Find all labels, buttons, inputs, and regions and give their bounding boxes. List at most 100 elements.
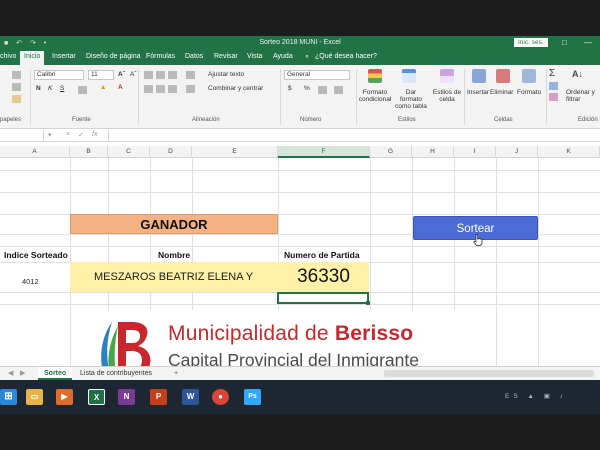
conditional-format-button[interactable]: Formato condicional [358,89,392,103]
sheet-tab-sorteo[interactable]: Sorteo [38,367,73,380]
font-name-select[interactable]: Calibri [34,70,84,80]
system-tray[interactable]: ES ▲ ▣ ♪ [505,392,567,400]
onenote-icon[interactable]: N [118,389,135,405]
merge-center-button[interactable]: Combinar y centrar [208,85,263,92]
font-size-select[interactable]: 11 [88,70,114,80]
column-header-i[interactable]: I [454,146,496,158]
sheet-tab-lista-contribuyentes[interactable]: Lista de contribuyentes [74,367,158,380]
insert-cells-button[interactable]: Insertar [467,89,489,96]
decimal-icon[interactable] [334,86,343,94]
column-header-h[interactable]: H [412,146,454,158]
borders-icon[interactable] [78,86,87,94]
worksheet-grid[interactable]: GANADOR Indice Sorteado Nombre Numero de… [0,158,600,386]
tab-formulas[interactable]: Fórmulas [146,53,175,60]
header-nombre[interactable]: Nombre [158,250,190,260]
format-cells-button[interactable]: Formato [517,89,541,96]
name-box[interactable] [0,130,44,141]
sheet-scroll-right-icon[interactable]: ▶ [14,367,31,380]
media-player-icon[interactable]: ▶ [56,389,73,405]
italic-button[interactable]: K [48,85,52,92]
tab-revisar[interactable]: Revisar [214,53,238,60]
horizontal-scrollbar[interactable] [384,370,594,377]
powerpoint-icon[interactable]: P [150,389,167,405]
tab-inicio[interactable]: Inicio [20,51,45,65]
align-center-icon[interactable] [156,85,165,93]
photoshop-icon[interactable]: Ps [244,389,261,405]
column-header-f[interactable]: F [278,146,370,158]
indent-icon[interactable] [186,85,195,93]
indice-value-cell[interactable]: 4012 [22,277,39,286]
orientation-icon[interactable] [186,71,195,79]
percent-button[interactable]: % [304,85,310,92]
format-painter-icon[interactable] [12,95,21,103]
winner-heading-cell[interactable]: GANADOR [70,214,278,234]
fx-icon[interactable]: fx [92,131,97,138]
fill-handle[interactable] [366,301,370,305]
nombre-value-cell[interactable]: MESZAROS BEATRIZ ELENA Y [70,262,278,292]
column-header-k[interactable]: K [538,146,600,158]
tab-diseno-pagina[interactable]: Diseño de página [86,53,141,60]
cancel-icon[interactable]: × [66,131,70,138]
align-bottom-icon[interactable] [168,71,177,79]
column-header-a[interactable]: A [0,146,70,158]
sort-filter-button[interactable]: Ordenar y filtrar [566,89,600,103]
add-sheet-button[interactable]: + [168,367,184,380]
align-right-icon[interactable] [168,85,177,93]
underline-button[interactable]: S [60,85,64,92]
column-header-e[interactable]: E [192,146,278,158]
column-header-c[interactable]: C [108,146,150,158]
conditional-format-icon[interactable] [368,69,382,83]
word-icon[interactable]: W [182,389,199,405]
column-header-g[interactable]: G [370,146,412,158]
clear-icon[interactable] [549,93,558,101]
namebox-dropdown-icon[interactable]: ▾ [48,131,52,139]
align-middle-icon[interactable] [156,71,165,79]
enter-icon[interactable]: ✓ [78,131,84,139]
autosum-icon[interactable]: Σ [549,68,555,79]
grow-font-icon[interactable]: Aˆ [118,71,125,78]
tab-datos[interactable]: Datos [185,53,203,60]
bold-button[interactable]: N [36,85,41,92]
thousands-icon[interactable] [318,86,327,94]
tab-archivo[interactable]: chivo [0,53,16,60]
align-left-icon[interactable] [144,85,153,93]
cell-styles-icon[interactable] [440,69,454,83]
align-top-icon[interactable] [144,71,153,79]
column-header-j[interactable]: J [496,146,538,158]
format-cells-icon[interactable] [522,69,536,83]
fill-icon[interactable] [549,82,558,90]
copy-icon[interactable] [12,83,21,91]
start-icon[interactable]: ⊞ [0,389,17,405]
delete-cells-button[interactable]: Eliminar [490,89,513,96]
column-header-d[interactable]: D [150,146,192,158]
minimize-icon[interactable]: — [584,38,592,47]
partida-value-cell[interactable]: 36330 [278,262,369,292]
wrap-text-button[interactable]: Ajustar texto [208,71,244,78]
formula-input[interactable] [108,130,598,141]
sort-filter-icon[interactable]: A↓ [572,69,583,79]
delete-cells-icon[interactable] [496,69,510,83]
tab-ayuda[interactable]: Ayuda [273,53,293,60]
sign-in-button[interactable]: Inic. ses. [514,38,548,47]
tell-me-search[interactable]: ¿Qué desea hacer? [315,53,377,60]
currency-button[interactable]: $ [288,85,292,92]
tab-insertar[interactable]: Insertar [52,53,76,60]
insert-cells-icon[interactable] [472,69,486,83]
tab-vista[interactable]: Vista [247,53,262,60]
cell-styles-button[interactable]: Estilos de celda [432,89,462,103]
chrome-icon[interactable]: ● [212,389,229,405]
selected-cell[interactable] [277,292,369,304]
excel-icon[interactable]: X [88,389,105,405]
header-indice-sorteado[interactable]: Indice Sorteado [4,250,68,260]
shrink-font-icon[interactable]: Aˇ [130,71,137,78]
ribbon-display-icon[interactable]: □ [562,38,567,47]
format-table-icon[interactable] [402,69,416,83]
file-explorer-icon[interactable]: ▭ [26,389,43,405]
font-color-icon[interactable]: A [118,84,123,91]
column-header-b[interactable]: B [70,146,108,158]
cut-icon[interactable] [12,71,21,79]
header-numero-partida[interactable]: Numero de Partida [284,250,360,260]
number-format-select[interactable]: General [284,70,350,80]
format-table-button[interactable]: Dar formato como tabla [394,89,428,110]
fill-color-icon[interactable]: ▲ [100,84,106,91]
